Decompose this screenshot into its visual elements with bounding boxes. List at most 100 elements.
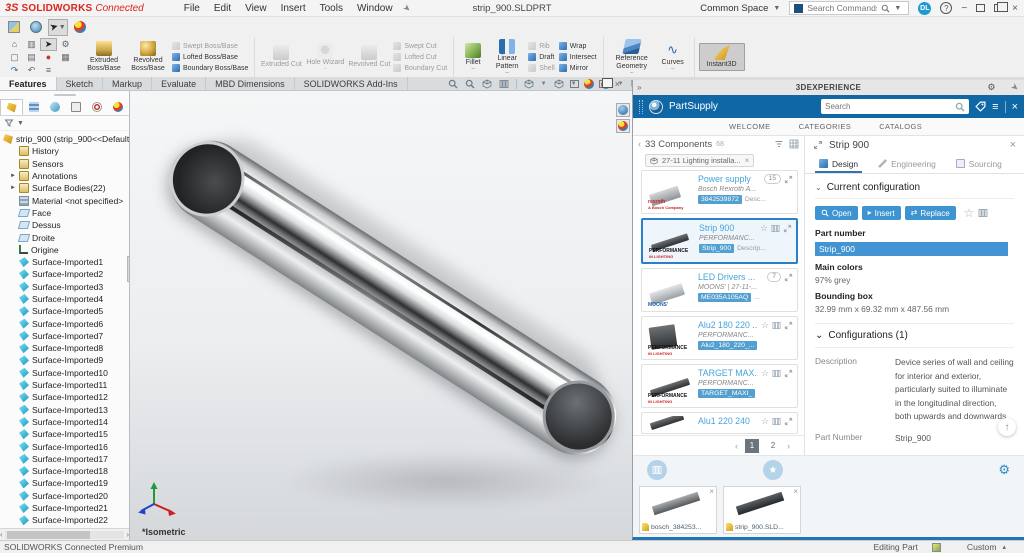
tree-item-surface-imported[interactable]: Surface-Imported8 <box>0 342 129 354</box>
mirror-button[interactable]: Mirror <box>559 63 597 73</box>
compare-icon[interactable] <box>772 321 781 330</box>
component-name[interactable]: Alu2 180 220 ... <box>698 320 758 330</box>
tree-horizontal-scrollbar[interactable]: ‹ › <box>0 528 129 540</box>
select-tool-button[interactable]: ➤▼ <box>48 19 68 36</box>
expand-icon[interactable] <box>783 224 792 233</box>
panel-grip[interactable] <box>0 91 129 99</box>
expand-arrow-icon[interactable]: ► <box>10 185 19 191</box>
expand-icon[interactable] <box>784 321 793 330</box>
compare-list-button[interactable] <box>647 460 667 480</box>
open-button[interactable]: Open <box>815 206 858 220</box>
tree-item-origine[interactable]: Origine <box>0 244 129 256</box>
model-strip-900-tube[interactable] <box>154 125 631 470</box>
tree-item-surface-imported[interactable]: Surface-Imported11 <box>0 379 129 391</box>
tree-item-surface-imported[interactable]: Surface-Imported21 <box>0 502 129 514</box>
sort-icon[interactable] <box>774 139 784 149</box>
menu-file[interactable]: File <box>184 3 200 14</box>
page-1-button[interactable]: 1 <box>745 439 759 453</box>
component-card-led-drivers[interactable]: MOONS' LED Drivers ... 7 MOONS' | 27-11-… <box>641 268 798 312</box>
tree-item-surface-imported[interactable]: Surface-Imported22 <box>0 514 129 526</box>
revolved-boss-button[interactable]: Revolved Boss/Base <box>126 40 170 74</box>
tab-featuremanager[interactable] <box>0 99 23 115</box>
tab-design[interactable]: Design <box>811 154 866 173</box>
component-name[interactable]: Power supply <box>698 174 761 184</box>
page-2-button[interactable]: 2 <box>766 439 780 453</box>
menu-edit[interactable]: Edit <box>214 3 231 14</box>
tree-item-material[interactable]: Material <not specified> <box>0 194 129 206</box>
new-doc-button[interactable]: ▢ <box>6 51 23 64</box>
expand-arrow-icon[interactable]: ► <box>10 173 19 179</box>
partsupply-search-input[interactable] <box>825 102 951 111</box>
appearance-ball-button[interactable] <box>70 19 90 36</box>
solidworks-resources-button[interactable] <box>616 119 630 133</box>
tab-solidworks-addins[interactable]: SOLIDWORKS Add-Ins <box>295 77 408 90</box>
compare-icon[interactable] <box>771 224 780 233</box>
section-current-configuration[interactable]: ⌄ Current configuration <box>815 178 1014 199</box>
previous-view-icon[interactable] <box>499 79 509 89</box>
tree-item-dessus[interactable]: Dessus <box>0 219 129 231</box>
menu-tools[interactable]: Tools <box>320 3 343 14</box>
panel-pin-icon[interactable]: ➤ <box>1009 81 1022 94</box>
options-gear-button[interactable]: ⚙ <box>57 38 74 51</box>
reference-geometry-button[interactable]: Reference Geometry – <box>608 38 656 76</box>
list-button[interactable]: ▦ <box>57 51 74 64</box>
menu-window[interactable]: Window <box>357 3 393 14</box>
tree-item-face[interactable]: Face <box>0 207 129 219</box>
display-style-icon[interactable] <box>554 79 564 89</box>
select-dropdown-icon[interactable]: ▼ <box>59 24 66 31</box>
close-button[interactable]: × <box>1012 3 1018 14</box>
tab-mbd-dimensions[interactable]: MBD Dimensions <box>206 77 295 90</box>
tab-dimxpert[interactable] <box>66 99 87 115</box>
tab-sourcing[interactable]: Sourcing <box>948 154 1010 173</box>
report-button[interactable]: ≡ <box>40 64 57 77</box>
user-avatar[interactable]: DL <box>918 2 931 15</box>
filter-chip[interactable]: 27-11 Lighting installa... × <box>645 154 754 167</box>
favorites-button[interactable]: ★ <box>763 460 783 480</box>
component-name[interactable]: Strip 900 <box>699 223 757 233</box>
tree-item-surface-imported[interactable]: Surface-Imported17 <box>0 453 129 465</box>
close-detail-icon[interactable]: × <box>1010 139 1016 151</box>
tag-icon[interactable] <box>975 101 986 112</box>
panel-settings-gear-icon[interactable]: ⚙ <box>987 82 995 93</box>
collapse-panel-icon[interactable]: » <box>637 83 641 92</box>
doc-minimize-button[interactable] <box>570 80 579 88</box>
component-name[interactable]: Alu1 220 240 <box>698 416 758 426</box>
favorite-star-icon[interactable]: ☆ <box>761 321 769 330</box>
data-button[interactable]: ▥ <box>23 38 40 51</box>
tree-item-surface-imported[interactable]: Surface-Imported10 <box>0 367 129 379</box>
menu-insert[interactable]: Insert <box>281 3 306 14</box>
tree-item-droite[interactable]: Droite <box>0 231 129 243</box>
doc-minimize2-button[interactable]: − <box>586 79 591 89</box>
replace-button[interactable]: ⇄Replace <box>905 206 956 220</box>
traffic-light-icon[interactable]: ● <box>40 51 57 64</box>
expand-icon[interactable] <box>784 369 793 378</box>
tree-item-surface-imported[interactable]: Surface-Imported3 <box>0 281 129 293</box>
favorite-star-icon[interactable]: ☆ <box>760 224 768 233</box>
units-selector[interactable]: Custom ▴ <box>967 542 1006 552</box>
filter-funnel-icon[interactable] <box>4 118 14 128</box>
tree-item-surface-imported[interactable]: Surface-Imported18 <box>0 465 129 477</box>
component-card-strip-900[interactable]: PERFORMANCEiN LIGHTING Strip 900 ☆ PERFO… <box>641 218 798 264</box>
tree-item-surface-imported[interactable]: Surface-Imported14 <box>0 416 129 428</box>
chevron-down-icon[interactable]: ▼ <box>17 120 24 127</box>
grid-view-icon[interactable] <box>789 139 799 149</box>
expand-icon[interactable] <box>784 175 793 184</box>
compare-icon[interactable] <box>772 417 781 426</box>
tree-item-surface-imported[interactable]: Surface-Imported20 <box>0 490 129 502</box>
restore-button[interactable] <box>994 4 1003 12</box>
tab-displaymanager[interactable] <box>87 99 108 115</box>
tree-item-surface-imported[interactable]: Surface-Imported6 <box>0 317 129 329</box>
help-button[interactable]: ? <box>940 2 952 14</box>
component-name[interactable]: LED Drivers ... <box>698 272 764 282</box>
hamburger-menu-icon[interactable]: ≡ <box>992 101 998 113</box>
favorite-star-icon[interactable]: ☆ <box>964 206 975 220</box>
wrap-button[interactable]: Wrap <box>559 41 597 51</box>
expand-detail-icon[interactable] <box>813 140 823 150</box>
recent-thumb-strip900[interactable]: × strip_900.SLD... <box>723 486 801 534</box>
scroll-left-icon[interactable]: ‹ <box>0 530 3 539</box>
redo-button[interactable]: ↷ <box>6 64 23 77</box>
component-card-power-supply[interactable]: rexrothA Bosch Company Power supply 15 B… <box>641 170 798 214</box>
lofted-boss-button[interactable]: Lofted Boss/Base <box>172 52 248 62</box>
command-search-input[interactable] <box>807 3 877 13</box>
select-button[interactable]: ➤ <box>40 38 57 51</box>
